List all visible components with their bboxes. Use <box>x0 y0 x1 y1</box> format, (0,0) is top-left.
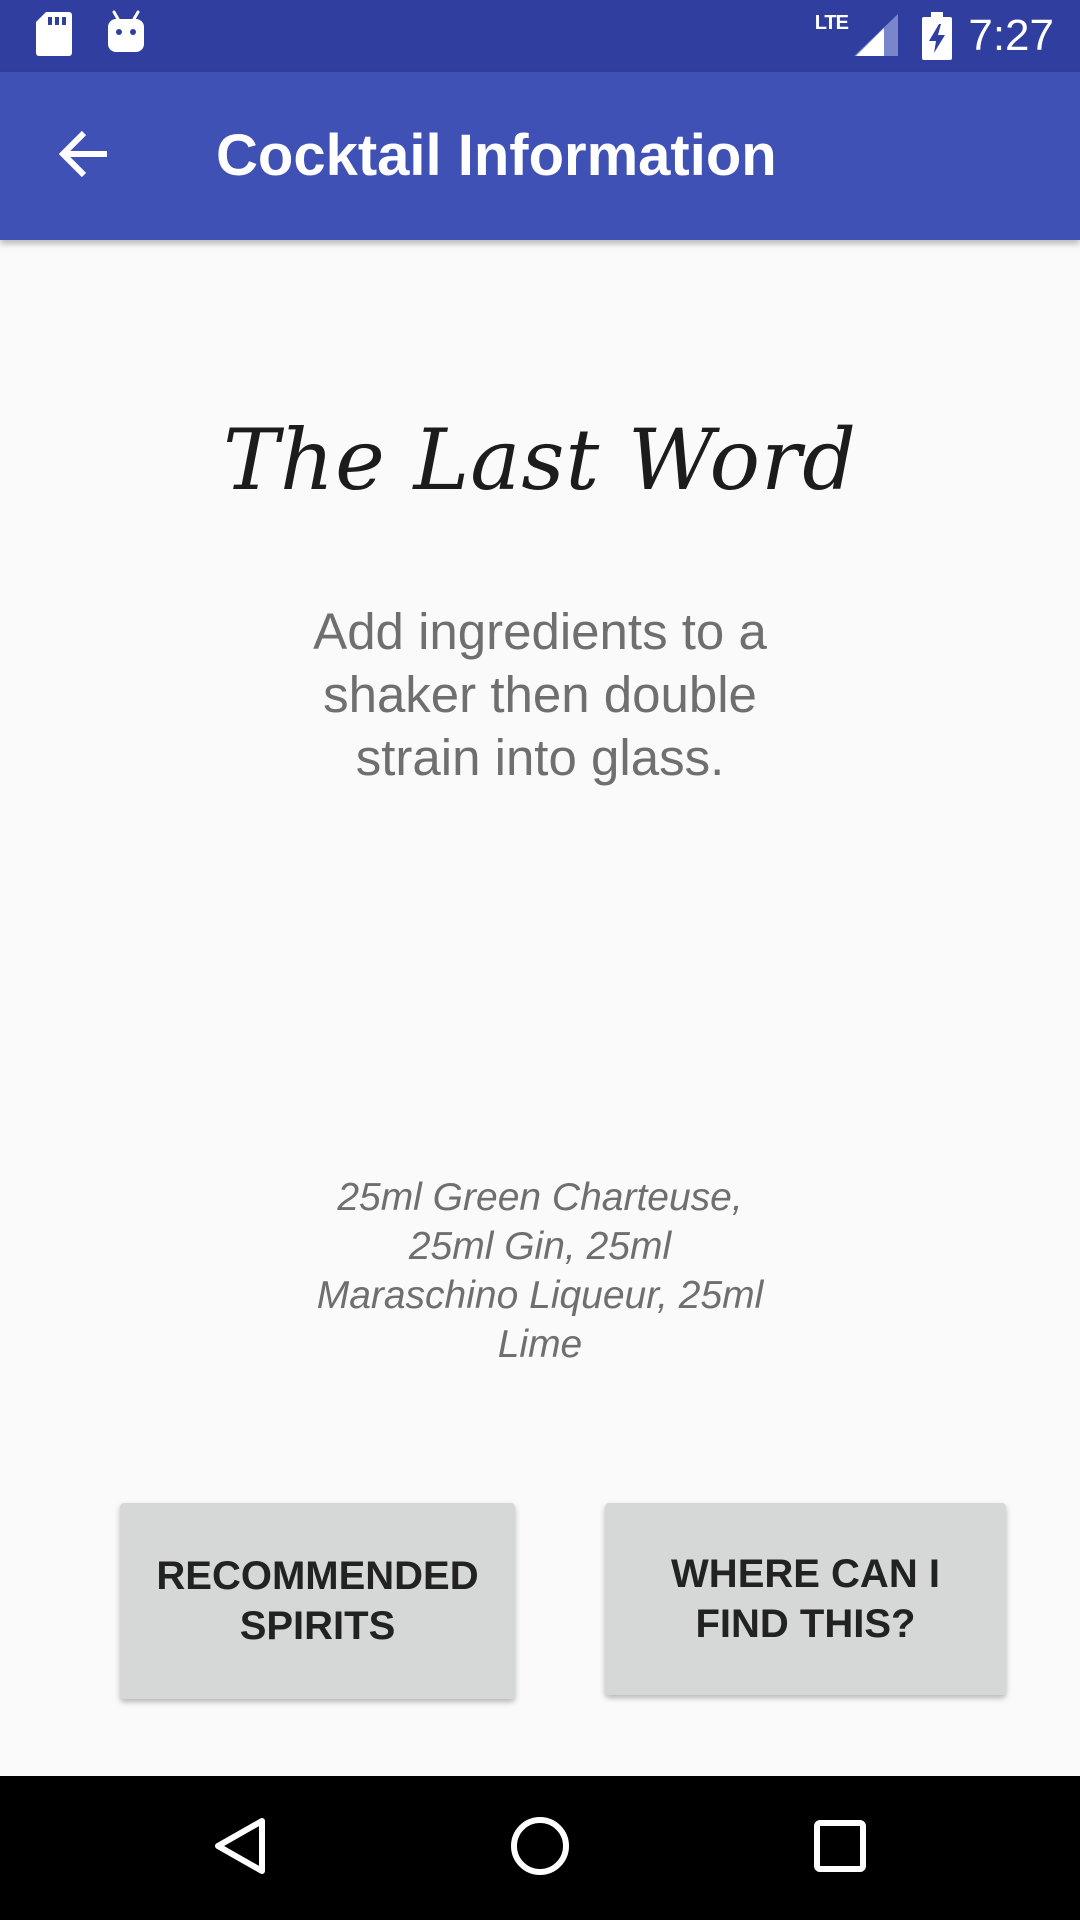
page-title: Cocktail Information <box>216 123 777 188</box>
cocktail-name: The Last Word <box>222 411 858 509</box>
status-bar: LTE 7:27 <box>0 0 1080 72</box>
navigation-bar <box>0 1776 1080 1920</box>
lte-signal-icon <box>854 14 898 61</box>
recents-square-icon <box>813 1819 867 1878</box>
app-bar: Cocktail Information <box>0 72 1080 240</box>
android-debug-icon <box>106 10 146 59</box>
arrow-back-icon <box>58 129 109 184</box>
nav-home-button[interactable] <box>490 1798 590 1898</box>
battery-charging-icon <box>922 12 952 65</box>
sd-card-icon <box>36 12 72 61</box>
lte-label: LTE <box>814 12 849 34</box>
status-time: 7:27 <box>968 11 1054 60</box>
back-button[interactable] <box>40 112 128 200</box>
cocktail-ingredients: 25ml Green Charteuse, 25ml Gin, 25ml Mar… <box>316 1176 764 1366</box>
nav-recents-button[interactable] <box>790 1798 890 1898</box>
cocktail-instructions: Add ingredients to a shaker then double … <box>313 603 767 786</box>
where-can-i-find-this-button[interactable]: WHERE CAN I FIND THIS? <box>605 1503 1006 1695</box>
nav-back-button[interactable] <box>190 1798 290 1898</box>
back-triangle-icon <box>212 1816 268 1881</box>
recommended-spirits-button[interactable]: RECOMMENDED SPIRITS <box>120 1503 515 1699</box>
home-circle-icon <box>510 1816 570 1881</box>
